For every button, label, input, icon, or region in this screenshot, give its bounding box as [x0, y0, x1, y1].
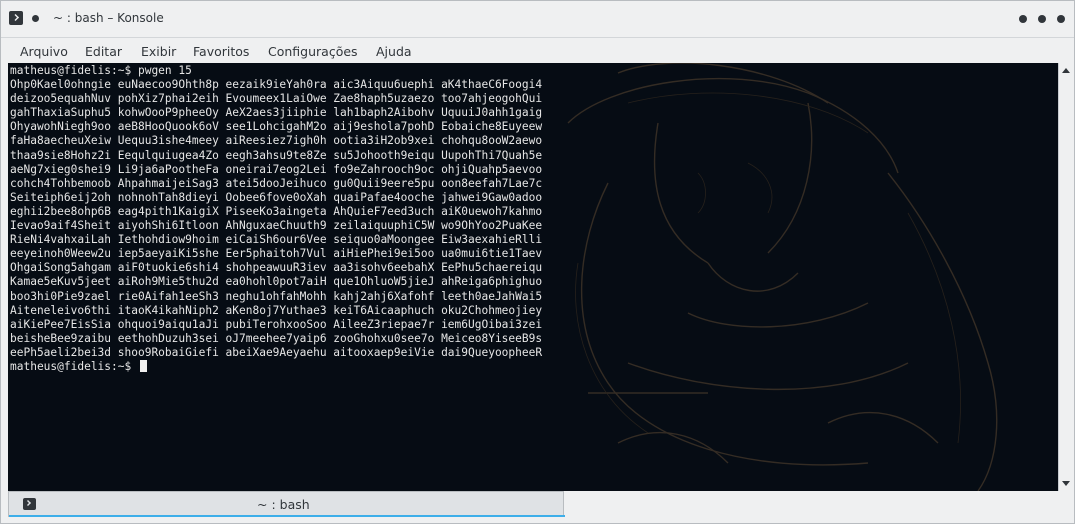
- terminal-line: Seiteiph6eij2oh nohnohTah8dieyi Oobee6fo…: [10, 190, 543, 204]
- minimize-button[interactable]: [1019, 15, 1027, 23]
- tab-bar: ~ : bash: [8, 491, 1072, 517]
- keep-above-button[interactable]: [32, 15, 39, 22]
- terminal-line: Ievao9aif4Sheit aiyohShi6Itloon AhNguxae…: [10, 219, 543, 233]
- terminal-line: matheus@fidelis:~$ pwgen 15: [10, 64, 192, 77]
- maximize-button[interactable]: [1038, 15, 1046, 23]
- terminal-line: OhyawohNiegh9oo aeB8HooQuook6oV see1Lohc…: [10, 120, 543, 134]
- terminal-line: aiKiePee7EisSia ohquoi9aiqu1aJi pubiTero…: [10, 317, 543, 331]
- title-bar[interactable]: ~ : bash – Konsole: [1, 1, 1074, 37]
- tab-bash[interactable]: ~ : bash: [8, 491, 565, 517]
- scroll-down-arrow-icon[interactable]: [1062, 481, 1070, 486]
- menu-arquivo[interactable]: Arquivo: [20, 44, 68, 59]
- terminal-prompt-line: matheus@fidelis:~$: [10, 359, 542, 374]
- terminal-line: faHa8aecheuXeiw Uequu3ishe4meey aiReesie…: [10, 134, 543, 148]
- menu-configuracoes[interactable]: Configurações: [268, 44, 358, 59]
- terminal-line: boo3hi0Pie9zael rie0Aifah1eeSh3 neghu1oh…: [10, 289, 543, 303]
- terminal-icon: [23, 498, 36, 510]
- terminal-scrollbar[interactable]: [1058, 63, 1073, 491]
- konsole-window: ~ : bash – Konsole Arquivo Editar Exibir…: [0, 0, 1075, 524]
- terminal-line: eePh5aeli2bei3d shoo9RobaiGiefi abeiXae9…: [10, 345, 543, 359]
- active-tab-indicator: [9, 515, 565, 517]
- menu-favoritos[interactable]: Favoritos: [193, 44, 249, 59]
- terminal-line: beisheBee9zaibu eethohDuzuh3sei oJ7meehe…: [10, 331, 543, 345]
- terminal-prompt: matheus@fidelis:~$: [10, 359, 138, 373]
- terminal-line: aeNg7xieg0shei9 Li9ja6aPootheFa oneirai7…: [10, 162, 543, 176]
- terminal-view[interactable]: matheus@fidelis:~$ pwgen 15 Ohp0Kael0ohng…: [8, 63, 1058, 491]
- window-title: ~ : bash – Konsole: [53, 11, 164, 25]
- terminal-line: OhgaiSong5ahgam aiF0tuokie6shi4 shohpeaw…: [10, 261, 543, 275]
- terminal-line: Ohp0Kael0ohngie euNaecoo9Ohth8p eezaik9i…: [10, 78, 543, 92]
- menu-bar: Arquivo Editar Exibir Favoritos Configur…: [1, 37, 1074, 64]
- scroll-up-arrow-icon[interactable]: [1062, 68, 1070, 73]
- terminal-line: thaa9sie8Hohz2i Eequlquiugea4Zo eegh3ahs…: [10, 148, 543, 162]
- terminal-output: matheus@fidelis:~$ pwgen 15 Ohp0Kael0ohng…: [10, 64, 542, 374]
- tab-label: ~ : bash: [257, 497, 310, 512]
- konsole-icon[interactable]: [9, 11, 23, 25]
- menu-editar[interactable]: Editar: [85, 44, 122, 59]
- menu-ajuda[interactable]: Ajuda: [376, 44, 412, 59]
- close-button[interactable]: [1057, 15, 1065, 23]
- text-cursor: [139, 359, 147, 372]
- menu-exibir[interactable]: Exibir: [141, 44, 176, 59]
- terminal-line: deizoo5equahNuv pohXiz7phai2eih Evoumeex…: [10, 92, 543, 106]
- terminal-line: gahThaxiaSuphu5 kohwOooP9pheeOy AeX2aes3…: [10, 106, 543, 120]
- terminal-line: RieNi4vahxaiLah Iethohdiow9hoim eiCaiSh6…: [10, 233, 543, 247]
- terminal-line: Aiteneleivo6thi itaoK4ikahNiph2 aKen8oj7…: [10, 303, 543, 317]
- terminal-line: Kamae5eKuv5jeet aiRoh9Mie5thu2d ea0hohl0…: [10, 275, 543, 289]
- terminal-line: eeyeinoh0Weew2u iep5aeyaiKi5she Eer5phai…: [10, 247, 543, 261]
- terminal-line: cohch4Tohbemoob AhpahmaijeiSag3 atei5doo…: [10, 176, 543, 190]
- terminal-line: eghii2bee8ohp6B eag4pith1KaigiX PiseeKo3…: [10, 204, 543, 218]
